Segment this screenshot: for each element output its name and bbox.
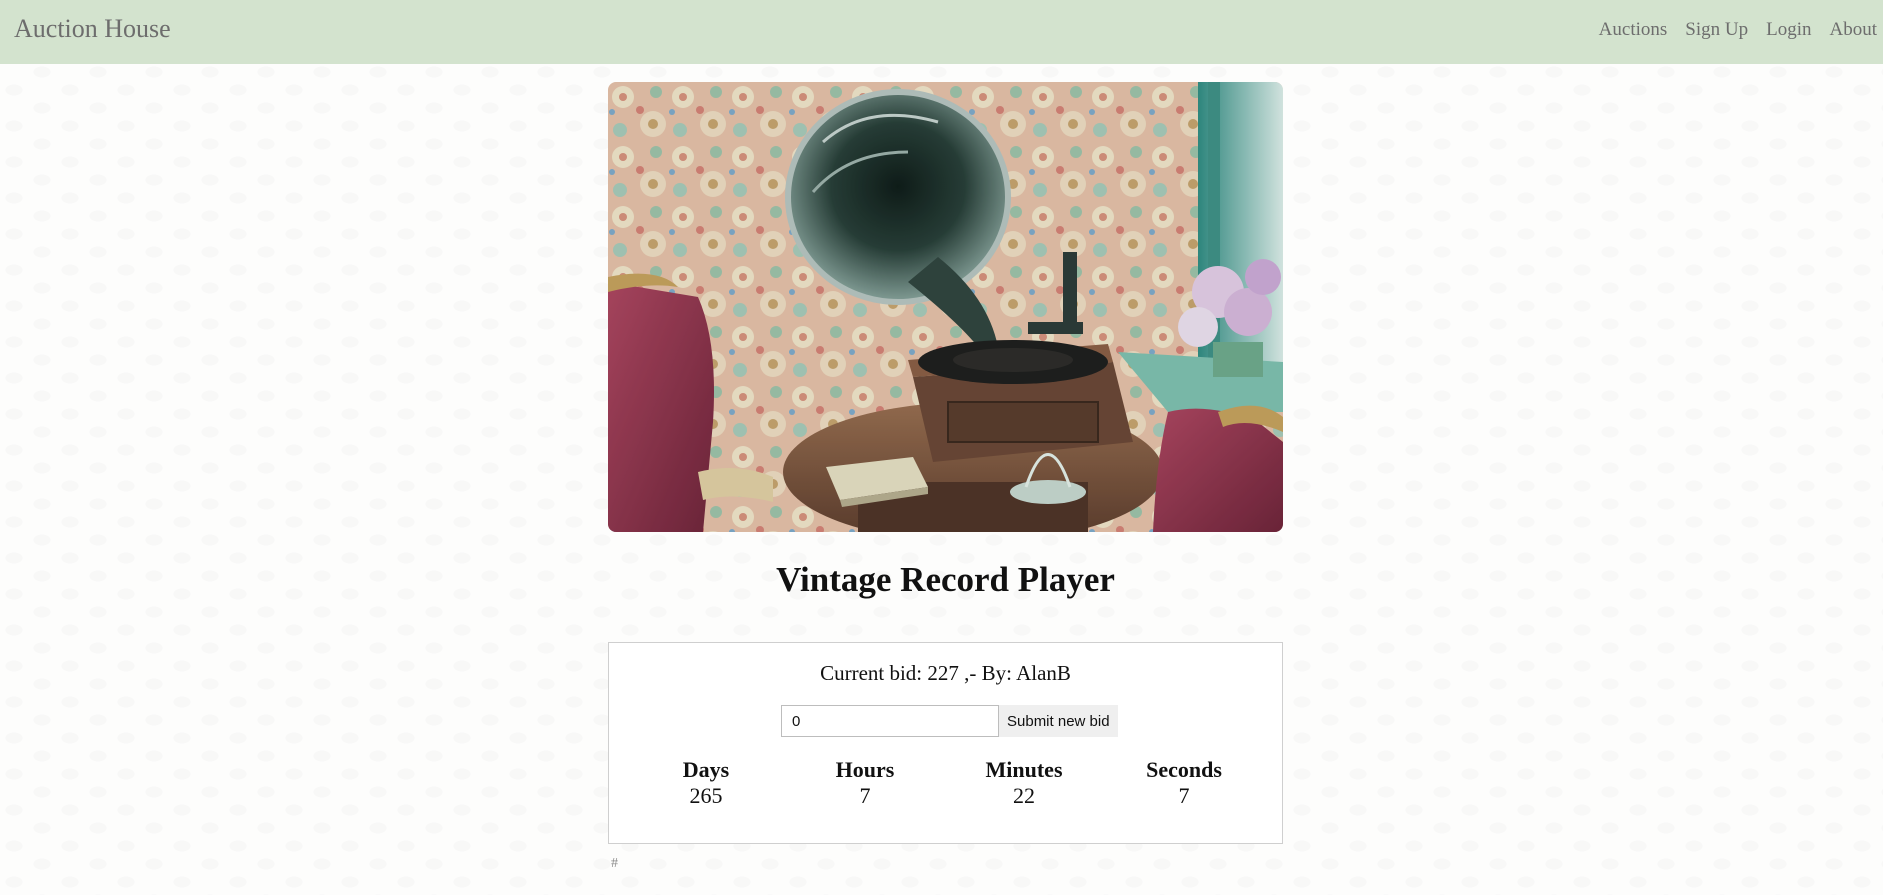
bid-form: Submit new bid: [781, 705, 1118, 737]
submit-bid-button[interactable]: Submit new bid: [999, 705, 1118, 737]
bid-amount-input[interactable]: [781, 705, 999, 737]
hours-value: 7: [859, 783, 871, 808]
countdown-hours: Hours 7: [805, 757, 925, 809]
minutes-value: 22: [1013, 783, 1035, 808]
current-bid-text: Current bid: 227 ,- By: AlanB: [820, 661, 1071, 685]
countdown-days: Days 265: [646, 757, 766, 809]
footer-hash-link[interactable]: #: [611, 856, 618, 872]
hours-label: Hours: [835, 757, 895, 782]
seconds-value: 7: [1178, 783, 1190, 808]
nav-login-link[interactable]: Login: [1766, 19, 1811, 41]
bid-panel: Current bid: 227 ,- By: AlanB Submit new…: [608, 642, 1283, 844]
nav-auctions-link[interactable]: Auctions: [1599, 19, 1668, 41]
countdown-minutes: Minutes 22: [964, 757, 1084, 809]
item-image: [608, 82, 1283, 532]
nav-about-link[interactable]: About: [1830, 19, 1878, 41]
item-title: Vintage Record Player: [776, 560, 1115, 599]
countdown-seconds: Seconds 7: [1124, 757, 1244, 809]
days-value: 265: [689, 783, 723, 808]
brand-link[interactable]: Auction House: [14, 14, 171, 44]
days-label: Days: [682, 757, 730, 782]
nav-links: Auctions Sign Up Login About: [1581, 19, 1877, 41]
top-navbar: Auction House Auctions Sign Up Login Abo…: [0, 0, 1883, 64]
minutes-label: Minutes: [985, 757, 1063, 782]
seconds-label: Seconds: [1146, 757, 1222, 782]
nav-signup-link[interactable]: Sign Up: [1685, 19, 1748, 41]
